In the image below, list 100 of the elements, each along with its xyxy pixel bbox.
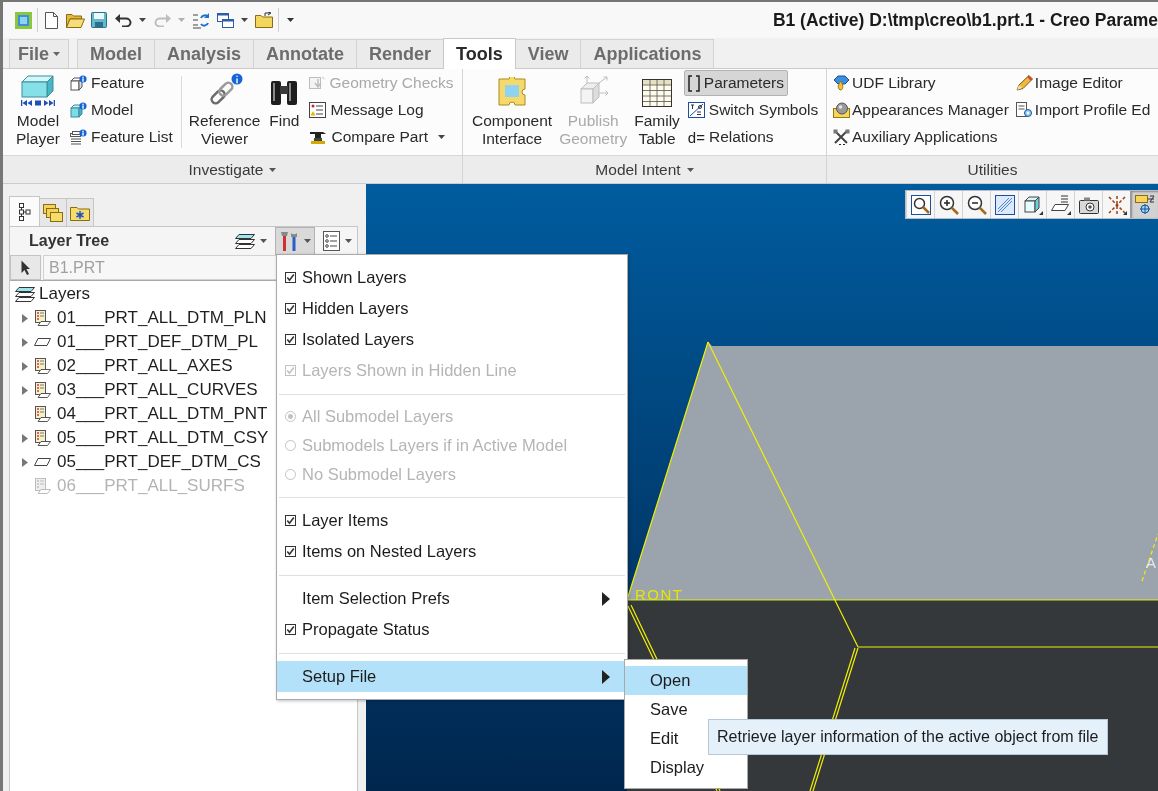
ribbon-large-button[interactable]: Family Table	[631, 69, 683, 155]
undo-icon[interactable]	[114, 13, 132, 27]
submenu-arrow-icon	[602, 669, 610, 684]
crossed-tools-icon	[833, 129, 850, 145]
layer-list-icon	[34, 310, 51, 326]
ribbon-tab[interactable]: Tools	[443, 38, 516, 69]
tooltip: Retrieve layer information of the active object from file	[708, 719, 1108, 755]
expand-arrow-icon[interactable]	[21, 385, 28, 395]
navigator-tab[interactable]	[9, 196, 40, 226]
caret-down-icon[interactable]	[241, 18, 248, 22]
view-toolbar-button[interactable]	[1018, 191, 1046, 218]
view-toolbar-button[interactable]	[1074, 191, 1102, 218]
tools-icon	[279, 230, 299, 252]
caret-down-icon	[345, 239, 352, 243]
info-cube-icon	[69, 75, 87, 91]
ribbon-command[interactable]: Compare Part	[305, 124, 449, 150]
document-circle-icon	[1015, 102, 1033, 118]
ribbon-tab[interactable]: View	[514, 39, 582, 68]
caret-down-icon[interactable]	[139, 18, 146, 22]
new-file-icon[interactable]	[44, 11, 58, 29]
ribbon-command[interactable]: Message Log	[305, 97, 428, 123]
caret-down-icon	[260, 239, 267, 243]
ribbon-command[interactable]: Feature	[65, 70, 149, 96]
ribbon-command[interactable]: UDF Library	[831, 70, 938, 96]
cube-icon	[1022, 194, 1043, 215]
caret-down-icon[interactable]	[287, 18, 294, 22]
tree-structure-icon	[18, 202, 31, 221]
zoom-in-icon	[938, 194, 959, 215]
ribbon-command[interactable]: Parameters	[683, 70, 788, 96]
save-icon[interactable]	[91, 12, 107, 28]
tree-item[interactable]: 04___PRT_ALL_DTM_PNT	[10, 402, 268, 426]
zoom-fit-icon	[910, 194, 931, 215]
ribbon-command[interactable]: Image Editor	[1013, 70, 1125, 96]
tree-item[interactable]: Layers	[10, 282, 91, 306]
parallelogram-icon	[34, 338, 51, 346]
ribbon-large-button[interactable]: Model Player	[13, 69, 63, 155]
layer-list-icon	[34, 358, 51, 374]
tree-item[interactable]: 05___PRT_ALL_DTM_CSY	[10, 426, 269, 450]
view-toolbar-button[interactable]	[962, 191, 990, 218]
ribbon-large-button[interactable]: Component Interface	[469, 69, 556, 155]
file-menu-button[interactable]: File	[9, 39, 69, 68]
ribbon-command[interactable]: Feature List	[65, 124, 177, 150]
menu-item[interactable]: Open	[625, 666, 747, 695]
layer-list-icon	[34, 382, 51, 398]
submenu-arrow-icon	[602, 591, 610, 606]
ribbon-tab[interactable]: Applications	[580, 39, 715, 68]
tree-item[interactable]: 05___PRT_DEF_DTM_CS	[10, 450, 261, 474]
view-toolbar-button[interactable]	[934, 191, 962, 218]
dashed-lines-icon	[1106, 194, 1127, 215]
formula-icon: d=	[687, 129, 705, 145]
layer-list-icon	[34, 406, 51, 422]
ribbon-command[interactable]: Model	[65, 97, 138, 123]
anvil-icon	[309, 130, 328, 144]
ribbon-command[interactable]: Import Profile Ed	[1013, 97, 1153, 123]
ribbon-tab[interactable]: Model	[77, 39, 155, 68]
brackets-icon	[687, 74, 700, 92]
ribbon-command[interactable]: Switch Symbols	[683, 97, 823, 123]
app-logo-icon	[15, 11, 32, 29]
ribbon-large-button[interactable]: Find	[266, 69, 303, 155]
select-button[interactable]	[10, 255, 41, 280]
ribbon-command[interactable]: Auxiliary Applications	[831, 124, 1000, 150]
windows-icon[interactable]	[216, 12, 234, 28]
view-toolbar-button[interactable]	[1102, 191, 1130, 218]
tree-item[interactable]: 02___PRT_ALL_AXES	[10, 354, 233, 378]
folder-arrow-icon[interactable]	[255, 12, 273, 28]
view-toolbar-button[interactable]	[990, 191, 1018, 218]
tree-item[interactable]: 01___PRT_DEF_DTM_PL	[10, 330, 258, 354]
expand-arrow-icon[interactable]	[21, 457, 28, 467]
view-toolbar-button[interactable]	[906, 191, 934, 218]
view-toolbar-button[interactable]	[1046, 191, 1074, 218]
plane-lines-icon	[1050, 194, 1071, 215]
layer-list-icon	[34, 478, 51, 494]
tree-item[interactable]: 01___PRT_ALL_DTM_PLN	[10, 306, 267, 330]
list-arrows-icon[interactable]	[193, 11, 209, 29]
caret-down-icon	[304, 239, 311, 243]
info-cube-icon	[69, 102, 87, 118]
folders-icon	[43, 203, 63, 222]
zoom-out-icon	[966, 194, 987, 215]
ribbon-tab[interactable]: Render	[356, 39, 445, 68]
menu-item[interactable]: Display	[625, 753, 747, 782]
tree-item[interactable]: 03___PRT_ALL_CURVES	[10, 378, 258, 402]
folder-open-icon[interactable]	[65, 12, 85, 28]
layers-icon	[15, 286, 35, 302]
ribbon-command[interactable]: d= Relations	[683, 124, 778, 150]
datum-label: A	[1146, 555, 1156, 570]
window-title: B1 (Active) D:\tmp\creo\b1.prt.1 - Creo Parame	[772, 8, 1158, 32]
ribbon-large-button[interactable]: Reference Viewer	[185, 69, 264, 155]
ribbon-command[interactable]: Appearances Manager	[831, 97, 1011, 123]
expand-arrow-icon[interactable]	[21, 361, 28, 371]
slashed-box-icon	[687, 102, 705, 118]
expand-arrow-icon[interactable]	[21, 313, 28, 323]
pencil-icon	[1015, 75, 1033, 91]
ribbon-tab[interactable]: Analysis	[154, 39, 255, 68]
puzzle-icon	[497, 77, 528, 107]
menu-item[interactable]: Setup File	[277, 661, 627, 692]
ribbon-tab[interactable]: Annotate	[253, 39, 358, 68]
expand-arrow-icon[interactable]	[21, 337, 28, 347]
expand-arrow-icon[interactable]	[21, 433, 28, 443]
layer-list-icon	[34, 430, 51, 446]
group-menu-button[interactable]: Investigate	[188, 157, 277, 182]
